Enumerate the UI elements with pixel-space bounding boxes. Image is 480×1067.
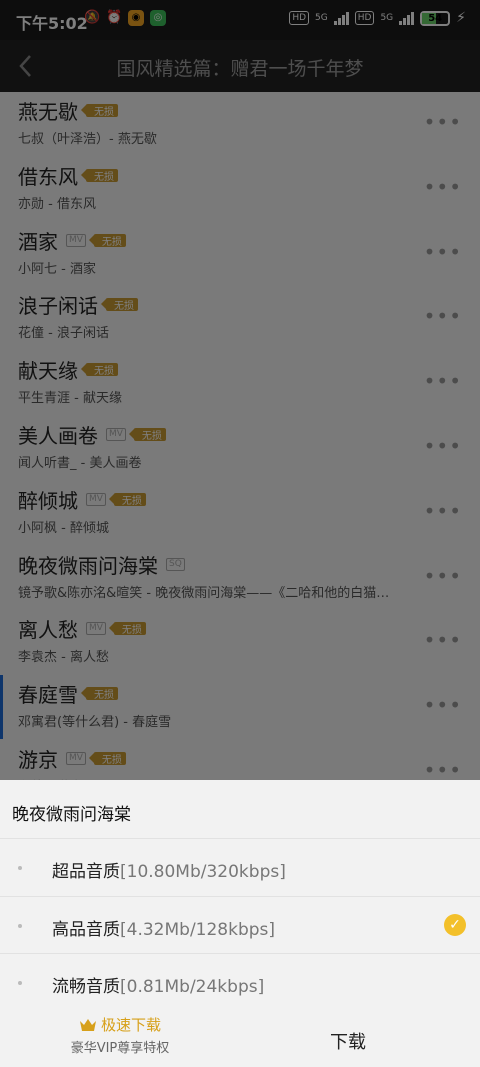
quality-option-high[interactable]: 高品音质[4.32Mb/128kbps] ✓ — [0, 896, 480, 954]
sheet-song-title: 晚夜微雨问海棠 — [12, 805, 131, 825]
quality-option-super[interactable]: 超品音质[10.80Mb/320kbps] — [0, 838, 480, 896]
quality-option-smooth[interactable]: 流畅音质[0.81Mb/24kbps] — [0, 953, 480, 1011]
quality-meta: [0.81Mb/24kbps] — [120, 977, 265, 997]
fast-download-label: 极速下载 — [100, 1016, 161, 1034]
bullet-dot — [18, 866, 22, 870]
quality-label: 流畅音质 — [52, 977, 120, 997]
check-icon: ✓ — [444, 914, 466, 936]
download-button[interactable]: 下载 — [330, 1028, 366, 1054]
bullet-dot — [18, 981, 22, 985]
sheet-footer: 极速下载 豪华VIP尊享特权 下载 — [0, 1010, 480, 1067]
fast-download-button[interactable]: 极速下载 豪华VIP尊享特权 — [60, 1014, 180, 1056]
modal-backdrop[interactable] — [0, 0, 480, 780]
quality-label: 超品音质 — [52, 862, 120, 882]
quality-meta: [4.32Mb/128kbps] — [120, 920, 276, 940]
quality-label: 高品音质 — [52, 920, 120, 940]
quality-meta: [10.80Mb/320kbps] — [120, 862, 286, 882]
bullet-dot — [18, 924, 22, 928]
vip-note: 豪华VIP尊享特权 — [70, 1041, 170, 1056]
crown-icon — [79, 1018, 96, 1031]
